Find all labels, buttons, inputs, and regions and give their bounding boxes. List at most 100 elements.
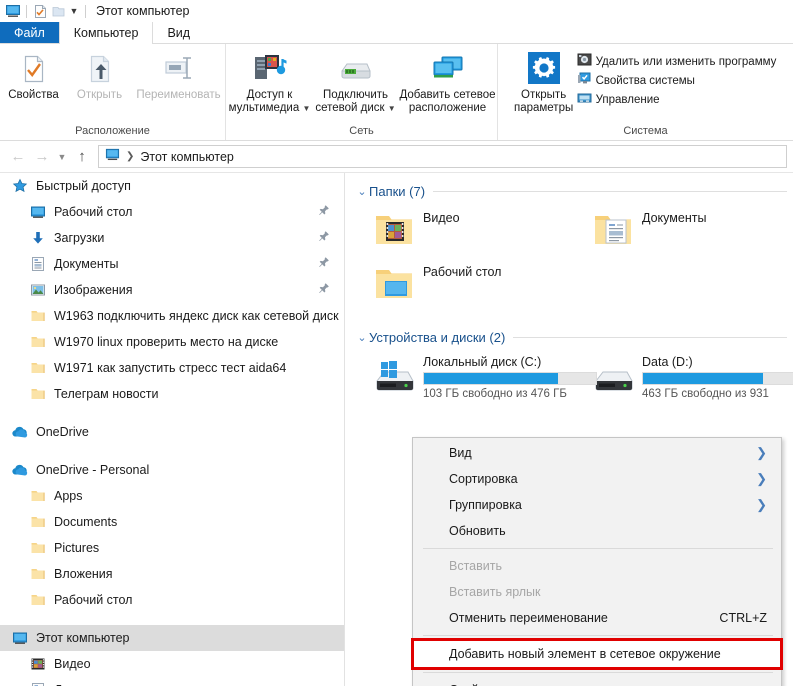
sidebar-item-13[interactable]: Pictures [0,535,344,561]
uninstall-program-label: Удалить или изменить программу [595,55,777,68]
back-arrow-icon[interactable]: ← [6,145,30,169]
sidebar-item-label: Документы [54,257,119,271]
sidebar-item-4[interactable]: Изображения [0,277,344,303]
address-input[interactable]: ❯ Этот компьютер [98,145,787,168]
pin-icon[interactable] [318,281,330,299]
chevron-down-icon[interactable]: ⌄ [355,185,369,198]
context-menu-item-8[interactable]: Свойства [413,677,781,686]
system-properties-item[interactable]: Свойства системы [575,71,779,90]
drive-d-info: Data (D:) 463 ГБ свободно из 931 [642,355,793,400]
folder-icon [28,488,48,504]
sidebar-item-2[interactable]: Загрузки [0,225,344,251]
context-menu-item-1[interactable]: Сортировка ❯ [413,466,781,492]
open-button-label: Открыть [76,89,123,101]
properties-button[interactable]: Свойства [1,47,67,102]
recent-locations-chevron-icon[interactable]: ▼ [54,145,70,169]
group-header-drives[interactable]: ⌄ Устройства и диски (2) [355,325,793,349]
sidebar-item-11[interactable]: Apps [0,483,344,509]
new-folder-icon[interactable] [49,2,67,20]
sidebar-item-label: Загрузки [54,231,105,245]
this-pc-icon[interactable] [4,2,22,20]
sidebar-item-0[interactable]: Быстрый доступ [0,173,344,199]
media-sharing-caret-icon[interactable]: ▼ [302,104,310,113]
folder-icon [28,566,48,582]
tab-view[interactable]: Вид [153,22,205,43]
drive-tile-d[interactable]: Data (D:) 463 ГБ свободно из 931 [574,349,793,406]
this-pc-icon [105,147,120,167]
sidebar-item-9[interactable]: OneDrive [0,419,344,445]
ribbon-group-network-label: Сеть [349,125,374,137]
chevron-down-icon[interactable]: ⌄ [355,331,369,344]
drive-d-name: Data (D:) [642,355,693,369]
folder-icon [28,386,48,402]
context-menu-item-label: Обновить [449,524,506,538]
group-title-drives: Устройства и диски (2) [369,329,506,345]
drive-c-info: Локальный диск (C:) 103 ГБ свободно из 4… [423,355,597,400]
sidebar-item-label: Быстрый доступ [36,179,131,193]
context-menu: Вид ❯ Сортировка ❯ Группировка ❯ Обновить Встав… [411,437,783,686]
open-button[interactable]: Открыть [67,47,133,102]
context-menu-item-7[interactable]: Добавить новый элемент в сетевое окружен… [411,638,783,670]
sidebar-item-8[interactable]: Телеграм новости [0,381,344,407]
add-network-location-label-2: расположение [408,101,487,114]
open-settings-button[interactable]: Открыть параметры [513,47,575,114]
context-menu-item-label: Отменить переименование [449,611,608,625]
sidebar-item-7[interactable]: W1971 как запустить стресс тест aida64 [0,355,344,381]
sidebar-item-12[interactable]: Documents [0,509,344,535]
context-menu-item-0[interactable]: Вид ❯ [413,440,781,466]
pin-icon[interactable] [318,203,330,221]
system-properties-label: Свойства системы [595,74,695,87]
sidebar-item-14[interactable]: Вложения [0,561,344,587]
add-network-location-button[interactable]: Добавить сетевое расположение [399,47,497,114]
rename-button[interactable]: Переименовать [133,47,225,102]
sidebar-item-16[interactable]: Этот компьютер [0,625,344,651]
uninstall-program-item[interactable]: Удалить или изменить программу [575,52,779,71]
computer-management-item[interactable]: Управление [575,90,779,109]
tab-file[interactable]: Файл [0,22,59,43]
sidebar-item-10[interactable]: OneDrive - Personal [0,457,344,483]
tab-computer[interactable]: Компьютер [58,22,154,45]
sidebar-item-3[interactable]: Документы [0,251,344,277]
sidebar-item-6[interactable]: W1970 linux проверить место на диске [0,329,344,355]
customize-chevron-icon[interactable]: ▼ [67,6,81,16]
sidebar-item-label: W1971 как запустить стресс тест aida64 [54,361,287,375]
map-network-drive-button[interactable]: Подключить сетевой диск ▼ [313,47,399,115]
onedrive-cloud-icon [10,424,30,440]
properties-icon[interactable] [31,2,49,20]
up-arrow-icon[interactable]: ↑ [70,145,94,169]
folder-icon [28,592,48,608]
forward-arrow-icon[interactable]: → [30,145,54,169]
media-sharing-button[interactable]: Доступ к мультимедиа ▼ [227,47,313,115]
context-menu-item-label: Сортировка [449,472,518,486]
breadcrumb-this-pc[interactable]: Этот компьютер [140,150,233,164]
sidebar-item-15[interactable]: Рабочий стол [0,587,344,613]
pin-icon[interactable] [318,255,330,273]
breadcrumb-separator[interactable]: ❯ [126,151,134,162]
pin-icon[interactable] [318,229,330,247]
sidebar-item-label: W1970 linux проверить место на диске [54,335,279,349]
drive-c-free-text: 103 ГБ свободно из 476 ГБ [423,388,567,400]
windows-drive-icon [373,355,417,397]
context-menu-item-label: Вставить ярлык [449,585,541,599]
map-network-drive-caret-icon[interactable]: ▼ [388,104,396,113]
sidebar-item-label: OneDrive [36,425,89,439]
drive-c-usage-bar [423,372,597,385]
media-sharing-label-1: Доступ к [246,89,293,101]
sidebar-item-17[interactable]: Видео [0,651,344,677]
folder-tile-desktop[interactable]: Рабочий стол [355,257,574,311]
computer-management-icon [577,90,592,110]
context-menu-item-6[interactable]: Отменить переименование CTRL+Z [413,605,781,631]
drive-tile-c[interactable]: Локальный диск (C:) 103 ГБ свободно из 4… [355,349,597,406]
sidebar-item-18[interactable]: Документы [0,677,344,686]
address-bar: ← → ▼ ↑ ❯ Этот компьютер [0,141,793,173]
sidebar-item-1[interactable]: Рабочий стол [0,199,344,225]
context-menu-item-2[interactable]: Группировка ❯ [413,492,781,518]
context-menu-item-3[interactable]: Обновить [413,518,781,544]
folder-tile-documents[interactable]: Документы [574,203,793,257]
folder-tile-video[interactable]: Видео [355,203,574,257]
sidebar-item-5[interactable]: W1963 подключить яндекс диск как сетевой… [0,303,344,329]
chevron-right-icon: ❯ [756,445,767,460]
group-header-folders[interactable]: ⌄ Папки (7) [355,179,793,203]
open-settings-label-2: параметры [513,101,574,114]
